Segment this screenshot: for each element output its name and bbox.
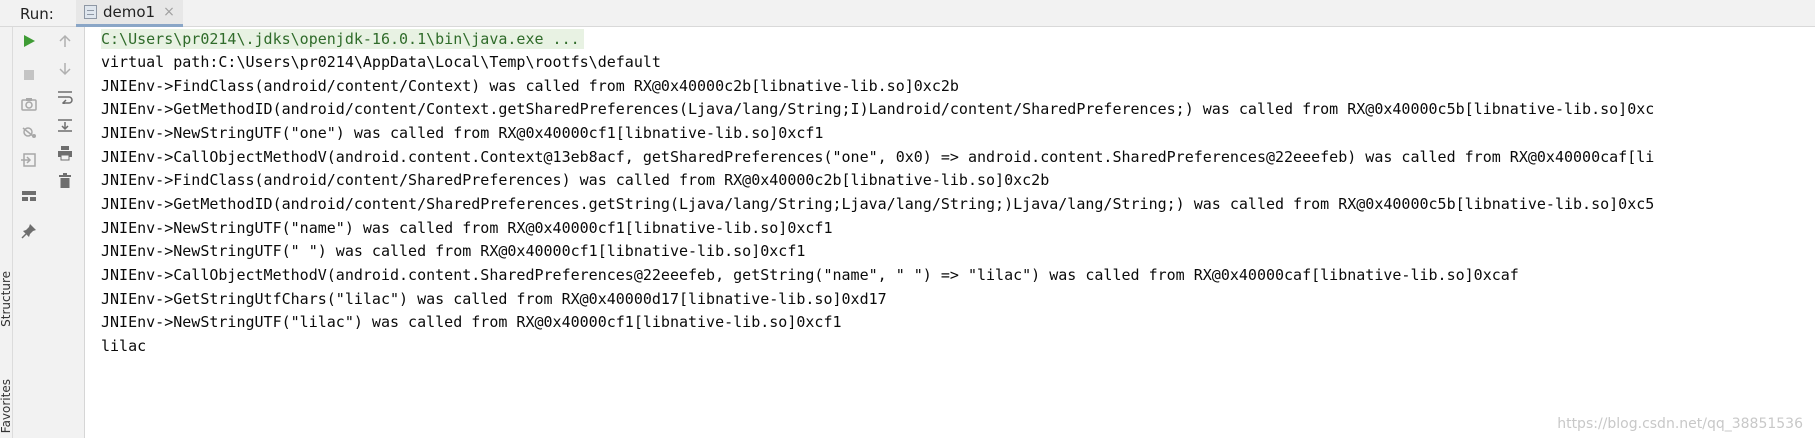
soft-wrap-icon [57, 91, 73, 104]
dump-threads-button[interactable] [18, 93, 40, 115]
console-line: JNIEnv->GetMethodID(android/content/Shar… [101, 195, 1655, 213]
console-line: JNIEnv->CallObjectMethodV(android.conten… [101, 266, 1519, 284]
console-line: JNIEnv->GetMethodID(android/content/Cont… [101, 100, 1655, 118]
exit-icon [21, 153, 36, 167]
console-line: JNIEnv->FindClass(android/content/Contex… [101, 77, 959, 95]
tab-demo1[interactable]: demo1 × [76, 0, 183, 27]
console-line: JNIEnv->CallObjectMethodV(android.conten… [101, 148, 1655, 166]
console-line: JNIEnv->NewStringUTF("lilac") was called… [101, 313, 842, 331]
watermark: https://blog.csdn.net/qq_38851536 [1557, 416, 1803, 432]
clear-all-button[interactable] [54, 170, 76, 192]
console-line: virtual path:C:\Users\pr0214\AppData\Loc… [101, 53, 661, 71]
print-icon [57, 146, 72, 161]
layout-button[interactable] [18, 185, 40, 207]
print-button[interactable] [54, 142, 76, 164]
console-line: JNIEnv->NewStringUTF(" ") was called fro… [101, 242, 806, 260]
scroll-to-end-button[interactable] [54, 114, 76, 136]
camera-icon [21, 98, 37, 111]
console-line: JNIEnv->NewStringUTF("name") was called … [101, 219, 833, 237]
structure-stripe-button[interactable]: Structure [0, 271, 12, 327]
settings-button[interactable] [18, 121, 40, 143]
stop-button[interactable] [18, 64, 40, 86]
run-tool-window: Run: demo1 × Structure Favorites C:\User… [0, 0, 1815, 438]
run-toolbar [13, 27, 45, 438]
rerun-button[interactable] [18, 30, 40, 52]
file-icon [84, 5, 97, 19]
close-icon[interactable]: × [163, 4, 175, 20]
previous-occurrence-button[interactable] [54, 30, 76, 52]
console-line: lilac [101, 337, 147, 355]
console-line: JNIEnv->NewStringUTF("one") was called f… [101, 124, 824, 142]
soft-wrap-button[interactable] [54, 86, 76, 108]
down-arrow-icon [58, 63, 71, 76]
tab-title: demo1 [103, 3, 156, 21]
console-line: JNIEnv->GetStringUtfChars("lilac") was c… [101, 290, 887, 308]
stop-icon [24, 70, 34, 80]
run-header: Run: demo1 × [0, 0, 1815, 27]
next-occurrence-button[interactable] [54, 58, 76, 80]
debug-settings-icon [22, 127, 36, 138]
up-arrow-icon [58, 34, 71, 47]
console-line-command: C:\Users\pr0214\.jdks\openjdk-16.0.1\bin… [101, 29, 584, 49]
layout-icon [22, 191, 36, 201]
console-line: JNIEnv->FindClass(android/content/Shared… [101, 171, 1050, 189]
scroll-to-end-icon [57, 119, 72, 132]
run-label: Run: [20, 5, 54, 23]
left-tool-stripe: Structure Favorites [0, 27, 13, 438]
pin-icon [21, 224, 36, 239]
exit-button[interactable] [18, 149, 40, 171]
run-icon [24, 35, 35, 47]
favorites-stripe-button[interactable]: Favorites [0, 379, 12, 433]
pin-button[interactable] [18, 220, 40, 242]
console-output[interactable]: C:\Users\pr0214\.jdks\openjdk-16.0.1\bin… [86, 27, 1815, 438]
console-toolbar [45, 27, 85, 438]
trash-icon [58, 173, 71, 188]
